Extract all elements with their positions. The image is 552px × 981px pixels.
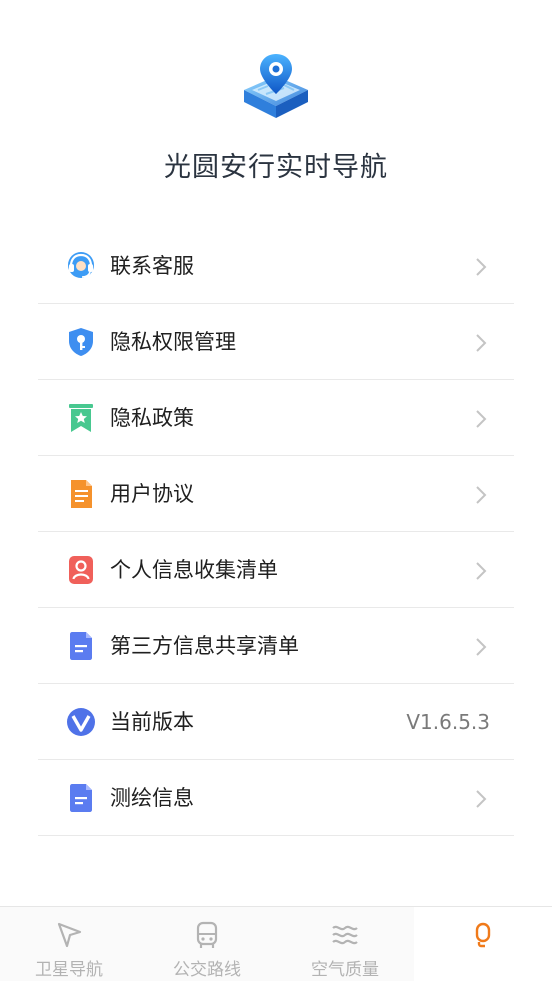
chevron-right-icon [476, 562, 487, 580]
bottom-tab-bar: 卫星导航 公交路线 空气质量 [0, 906, 552, 981]
chevron-right-icon [476, 638, 487, 656]
v-badge-icon [67, 708, 95, 736]
menu-item-label: 测绘信息 [110, 786, 194, 810]
chevron-right-icon [476, 486, 487, 504]
chevron-right-icon [476, 334, 487, 352]
document-icon [71, 480, 92, 508]
menu-item-label: 联系客服 [110, 254, 194, 278]
version-value: V1.6.5.3 [406, 710, 490, 734]
profile-icon [475, 922, 491, 948]
tab-label: 公交路线 [173, 960, 241, 980]
app-header: 光圆安行实时导航 [0, 0, 552, 215]
person-card-icon [69, 556, 93, 584]
menu-item-third-party-sharing-list[interactable]: 第三方信息共享清单 [38, 608, 514, 684]
menu-item-surveying-info[interactable]: 测绘信息 [38, 760, 514, 836]
tab-air-quality[interactable]: 空气质量 [276, 907, 414, 981]
headset-icon [68, 252, 94, 278]
chevron-right-icon [476, 258, 487, 276]
menu-item-label: 当前版本 [110, 710, 194, 734]
menu-item-label: 个人信息收集清单 [110, 558, 278, 582]
menu-item-label: 第三方信息共享清单 [110, 634, 299, 658]
tab-satellite-navigation[interactable]: 卫星导航 [0, 907, 138, 981]
menu-item-user-agreement[interactable]: 用户协议 [38, 456, 514, 532]
tab-label: 空气质量 [311, 960, 379, 980]
menu-item-contact-support[interactable]: 联系客服 [38, 228, 514, 304]
app-logo-icon [244, 54, 308, 118]
chevron-right-icon [476, 410, 487, 428]
bus-icon [196, 921, 218, 948]
tab-label: 卫星导航 [35, 960, 103, 980]
bookmark-star-icon [69, 404, 93, 432]
waves-icon [332, 925, 358, 945]
file-icon [70, 784, 92, 812]
settings-screen: 光圆安行实时导航 联系客服 隐私权限管理 隐私政策 用户协议 个人信息收集清单 … [0, 0, 552, 981]
shield-key-icon [69, 328, 93, 356]
menu-item-personal-info-list[interactable]: 个人信息收集清单 [38, 532, 514, 608]
menu-item-current-version: 当前版本 V1.6.5.3 [38, 684, 514, 760]
menu-item-privacy-policy[interactable]: 隐私政策 [38, 380, 514, 456]
navigation-arrow-icon [57, 922, 82, 948]
file-icon [70, 632, 92, 660]
app-title: 光圆安行实时导航 [164, 152, 388, 183]
menu-item-privacy-permissions[interactable]: 隐私权限管理 [38, 304, 514, 380]
menu-item-label: 用户协议 [110, 482, 194, 506]
settings-menu: 联系客服 隐私权限管理 隐私政策 用户协议 个人信息收集清单 第三方信息共享清单… [38, 228, 514, 836]
tab-profile[interactable] [414, 907, 552, 981]
menu-item-label: 隐私权限管理 [110, 330, 236, 354]
menu-item-label: 隐私政策 [110, 406, 194, 430]
tab-bus-routes[interactable]: 公交路线 [138, 907, 276, 981]
chevron-right-icon [476, 790, 487, 808]
